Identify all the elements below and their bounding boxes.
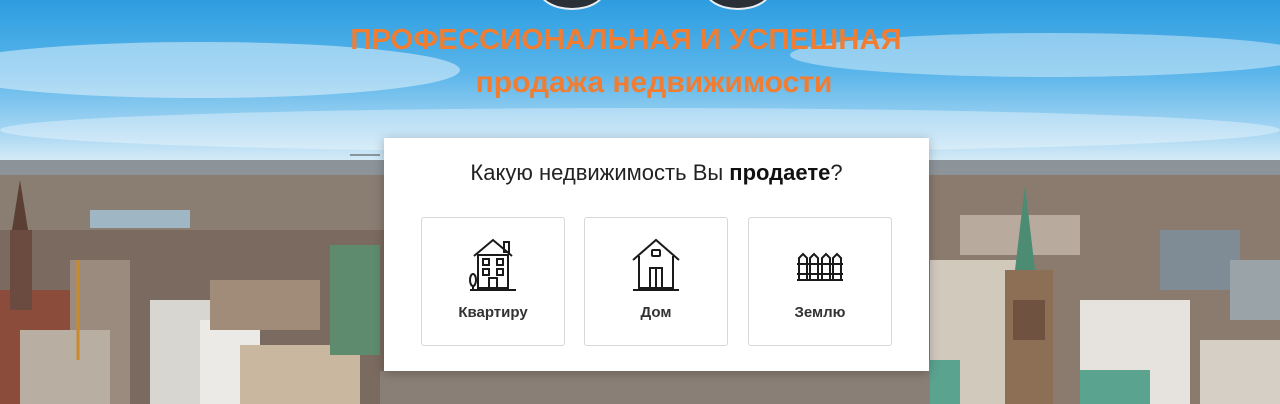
fenced-land-icon	[797, 252, 843, 281]
headline-line-2: продажа недвижимости	[475, 66, 833, 99]
apartment-building-icon	[469, 238, 516, 291]
headline-line-1: ПРОФЕССИОНАЛЬНАЯ И УСПЕШНАЯ	[350, 24, 902, 56]
option-house-label: Дом	[640, 304, 672, 321]
hero-section: ПРОФЕССИОНАЛЬНАЯ И УСПЕШНАЯ продажа недв…	[0, 0, 1280, 404]
property-type-card: Какую недвижимость Вы продаете? Квартиру	[384, 138, 929, 371]
question-emphasis: продаете	[729, 160, 831, 185]
option-house-button[interactable]: Дом	[584, 217, 728, 346]
avatar	[540, 0, 604, 8]
house-icon	[632, 238, 680, 291]
option-apartment-button[interactable]: Квартиру	[421, 217, 565, 346]
question-mark: ?	[830, 160, 843, 185]
team-avatars	[0, 0, 1280, 10]
option-apartment-label: Квартиру	[458, 304, 528, 321]
avatar	[706, 0, 770, 8]
property-type-question: Какую недвижимость Вы продаете?	[384, 160, 929, 186]
option-land-button[interactable]: Землю	[748, 217, 892, 346]
question-text: Какую недвижимость Вы	[470, 160, 730, 185]
option-land-label: Землю	[794, 304, 846, 321]
